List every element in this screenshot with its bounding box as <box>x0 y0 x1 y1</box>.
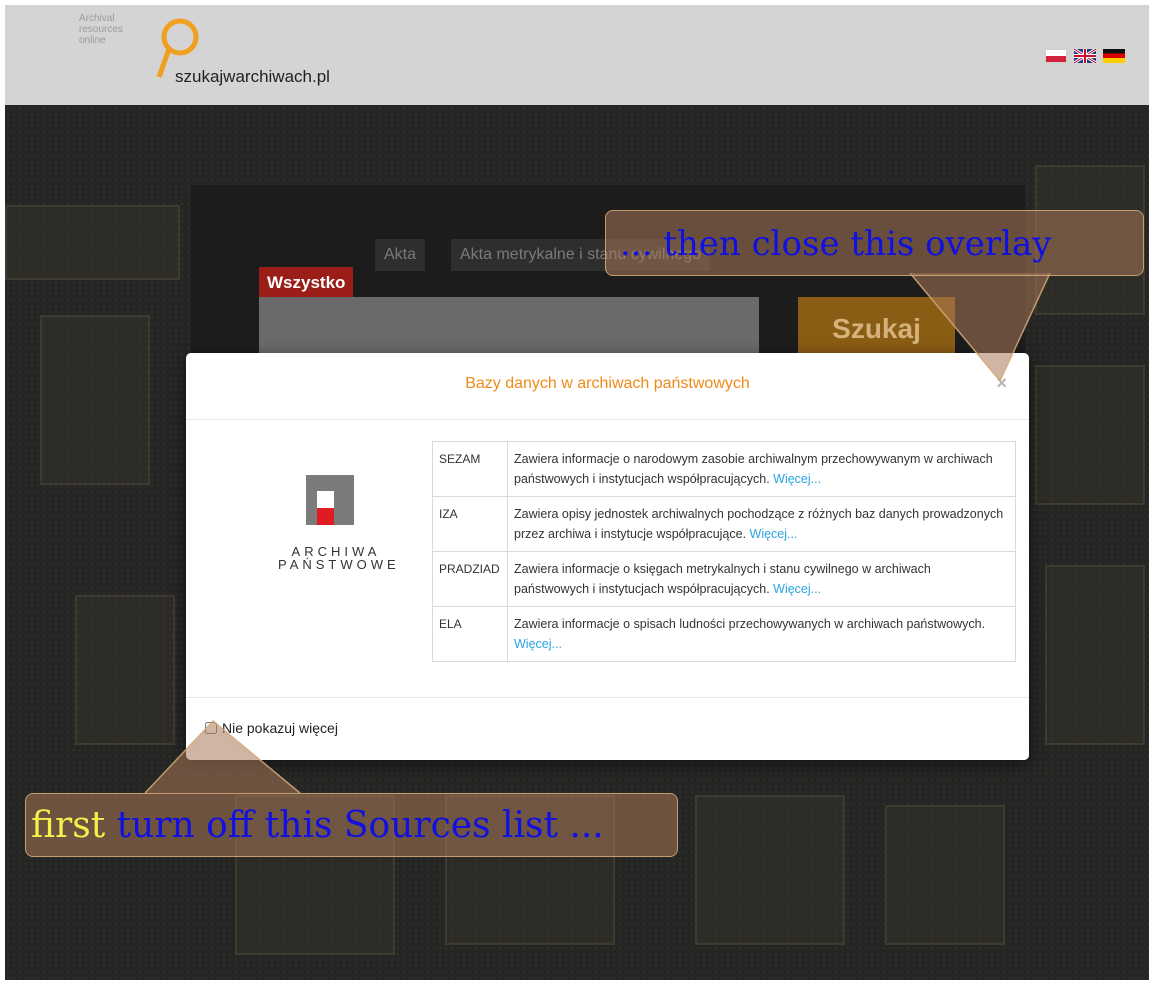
annotation-close-overlay: ... then close this overlay <box>605 210 1144 276</box>
archiwa-logo-square-icon <box>306 475 354 525</box>
more-link[interactable]: Więcej... <box>750 527 798 541</box>
database-description: Zawiera informacje o narodowym zasobie a… <box>507 441 1016 497</box>
archiwa-logo-text: ARCHIWA PAŃSTWOWE <box>278 544 400 572</box>
more-link[interactable]: Więcej... <box>773 582 821 596</box>
modal-title: Bazy danych w archiwach państwowych <box>465 375 750 392</box>
database-name: ELA <box>432 606 508 662</box>
archival-resources-tagline: Archival resources online <box>79 13 123 46</box>
modal-header: Bazy danych w archiwach państwowych × <box>186 353 1029 420</box>
databases-modal: Bazy danych w archiwach państwowych × AR… <box>186 353 1029 760</box>
database-description: Zawiera informacje o spisach ludności pr… <box>507 606 1016 662</box>
table-row: ELA Zawiera informacje o spisach ludnośc… <box>432 606 1016 662</box>
database-description: Zawiera opisy jednostek archiwalnych poc… <box>507 496 1016 552</box>
tab-wszystko[interactable]: Wszystko <box>259 267 354 299</box>
site-header: Archival resources online szukajwarchiwa… <box>5 5 1149 105</box>
site-logo-text[interactable]: szukajwarchiwach.pl <box>175 67 330 87</box>
archiwa-panstwowe-logo: ARCHIWA PAŃSTWOWE <box>278 475 408 585</box>
annotation-turn-off-sources: first turn off this Sources list ... <box>25 793 678 857</box>
search-button[interactable]: Szukaj <box>798 297 955 361</box>
tab-akta[interactable]: Akta <box>375 239 426 271</box>
annotation-first-word: first <box>31 805 106 846</box>
database-name: IZA <box>432 496 508 552</box>
modal-footer: Nie pokazuj więcej <box>186 697 1029 760</box>
search-input[interactable] <box>259 297 759 361</box>
database-description: Zawiera informacje o księgach metrykalny… <box>507 551 1016 607</box>
uk-flag-icon[interactable] <box>1074 49 1096 63</box>
annotation-rest: turn off this Sources list ... <box>105 805 604 846</box>
language-switcher <box>1045 49 1125 63</box>
browser-viewport: Archival resources online szukajwarchiwa… <box>5 5 1149 980</box>
table-row: SEZAM Zawiera informacje o narodowym zas… <box>432 441 1016 497</box>
de-flag-icon[interactable] <box>1103 49 1125 63</box>
databases-table: SEZAM Zawiera informacje o narodowym zas… <box>432 441 1016 662</box>
database-name: SEZAM <box>432 441 508 497</box>
table-row: IZA Zawiera opisy jednostek archiwalnych… <box>432 496 1016 552</box>
dont-show-again-checkbox[interactable] <box>205 722 217 734</box>
table-row: PRADZIAD Zawiera informacje o księgach m… <box>432 551 1016 607</box>
more-link[interactable]: Więcej... <box>773 472 821 486</box>
dont-show-again-option[interactable]: Nie pokazuj więcej <box>205 720 338 736</box>
database-name: PRADZIAD <box>432 551 508 607</box>
pl-flag-icon[interactable] <box>1045 49 1067 63</box>
more-link[interactable]: Więcej... <box>514 637 562 651</box>
close-icon[interactable]: × <box>996 373 1007 394</box>
dont-show-again-label: Nie pokazuj więcej <box>222 720 338 736</box>
